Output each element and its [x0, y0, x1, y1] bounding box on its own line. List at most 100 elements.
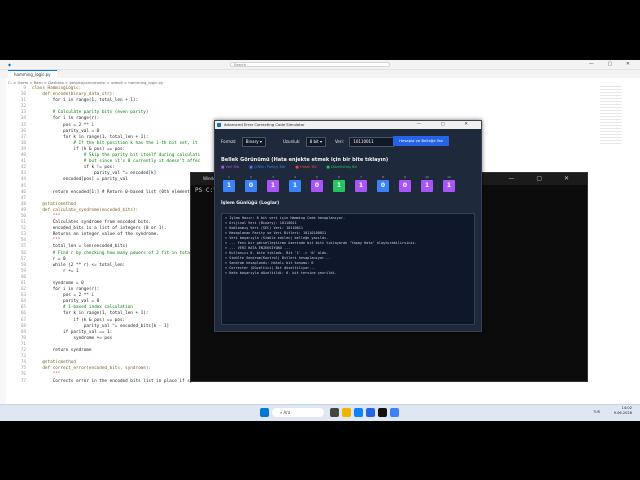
legend-item: ■ Düzeltilmiş Bit	[326, 165, 357, 169]
ecc-simulator-window: Advanced Error Correcting Code Simulator…	[214, 120, 482, 332]
bit-value[interactable]: 0	[245, 180, 257, 192]
compute-write-button[interactable]: Hesapla ve Belleğe Yaz	[393, 136, 449, 146]
code-text: syndrome += pos	[32, 335, 113, 341]
memory-bit-cell[interactable]: 80	[377, 175, 389, 192]
log-title: İşlem Günlüğü (Loglar)	[221, 201, 280, 206]
windows-taskbar: ⌕ Ara TUR 14:02 9.06.2026	[0, 404, 640, 421]
code-text: """	[32, 372, 61, 378]
code-text: # If the bit position k has the i-th bit…	[32, 140, 198, 146]
code-text: parity_val = 0	[32, 299, 100, 305]
memory-bit-cell[interactable]: 61	[333, 175, 345, 192]
memory-bit-cell[interactable]: 41	[289, 175, 301, 192]
code-text: Calculates syndrome from encoded bits.	[32, 220, 151, 226]
memory-view-title: Bellek Görünümü (Hata enjekte etmek için…	[221, 157, 389, 163]
window-controls[interactable]: — ▢ ✕	[589, 61, 636, 67]
log-line: > Hata başarıyla düzeltildi: 6. bit ters…	[225, 271, 337, 275]
log-panel[interactable]: > İşlem Hazır: 8 bit veri için Hamming C…	[221, 213, 475, 325]
code-text: parity_val = 0	[32, 128, 100, 134]
vscode-titlebar: ◆ Search — ▢ ✕	[0, 60, 640, 70]
code-text: def encode(binary_data_str):	[32, 92, 115, 98]
legend-item: ■ Çiftlik (Parity) Biti	[249, 165, 286, 169]
code-text: for k in range(1, total_len + 1):	[32, 134, 149, 140]
file-explorer-icon[interactable]	[342, 408, 351, 417]
code-text: pos = 2 ** i	[32, 293, 95, 299]
code-text: encoded_bits is a list of integers (0 or…	[32, 226, 167, 232]
menu-bar: ◆	[8, 62, 15, 67]
code-text: for k in range(1, total_len + 1):	[32, 311, 149, 317]
code-text: syndrome = 0	[32, 281, 84, 286]
editor-tabbar: hamming_logic.py	[0, 70, 640, 79]
code-text: # Skip the parity bit itself during calc…	[32, 153, 201, 159]
bit-value[interactable]: 0	[399, 180, 411, 192]
code-text: for i in range(r):	[32, 287, 100, 293]
memory-bit-cell[interactable]: 11 1	[443, 175, 455, 192]
code-text: parity_val ^= encoded[k]	[32, 171, 157, 177]
legend-item: ■ Veri Biti	[221, 165, 240, 169]
breadcrumb[interactable]: C: > Users > Bern > Desktop > belgisayar…	[8, 80, 163, 85]
code-text: if (k & pos) == pos:	[32, 146, 126, 152]
memory-bit-cell[interactable]: 90	[399, 175, 411, 192]
bit-value[interactable]: 1	[267, 180, 279, 192]
vscode-taskbar-icon[interactable]	[366, 408, 375, 417]
code-text: """	[32, 213, 61, 219]
command-search-input[interactable]: Search	[230, 62, 390, 67]
memory-bit-cell[interactable]: 71	[355, 175, 367, 192]
tab-hamming-logic[interactable]: hamming_logic.py	[8, 70, 57, 79]
length-label: Uzunluk:	[283, 139, 301, 144]
tray-language[interactable]: TUR	[593, 410, 600, 414]
bit-value[interactable]: 1	[333, 180, 345, 192]
terminal-window-controls[interactable]: — ▢ ✕	[508, 173, 579, 185]
edge-icon[interactable]	[354, 408, 363, 417]
code-text: for i in range(r):	[32, 116, 100, 122]
bit-value[interactable]: 1	[421, 180, 433, 192]
python-app-taskbar-icon[interactable]	[390, 408, 399, 417]
code-text: """	[32, 238, 61, 244]
memory-bit-cell[interactable]: 10 1	[421, 175, 433, 192]
code-text: # but since it's 0 currently it doesn't …	[32, 159, 201, 165]
code-text: class HammingLogic:	[32, 86, 82, 91]
bit-legend: ■ Veri Biti ■ Çiftlik (Parity) Biti ■ Hata…	[221, 165, 367, 169]
app-icon	[217, 123, 221, 127]
code-text: encoded[pos] = parity_val	[32, 177, 128, 183]
format-label: Format:	[221, 139, 237, 144]
code-text: if k != pos:	[32, 165, 115, 171]
code-text: total_len = len(encoded_bits)	[32, 244, 128, 250]
code-text: pos = 2 ** i	[32, 122, 95, 128]
code-text: def correct_error(encoded_bits, syndrome…	[32, 366, 151, 372]
memory-bit-cell[interactable]: 31	[267, 175, 279, 192]
app-window-controls[interactable]: — ▢ ✕	[417, 121, 477, 129]
code-text: if parity_val == 1:	[32, 329, 113, 335]
code-text: # 1-based index calculation	[32, 305, 133, 311]
memory-bit-cell[interactable]: 11	[223, 175, 235, 192]
memory-bit-cell[interactable]: 20	[245, 175, 257, 192]
app-titlebar: Advanced Error Correcting Code Simulator…	[215, 121, 481, 129]
bit-value[interactable]: 0	[311, 180, 323, 192]
bit-value[interactable]: 1	[355, 180, 367, 192]
chevron-down-icon: ▾	[320, 139, 323, 144]
format-select[interactable]: Binary ▾	[241, 137, 266, 147]
code-text: return encoded[1:] # Return 0-based list…	[32, 189, 201, 195]
task-view-icon[interactable]	[330, 408, 339, 417]
code-text: @staticmethod	[32, 201, 76, 207]
code-text: for i in range(1, total_len + 1):	[32, 98, 139, 104]
bit-value[interactable]: 1	[289, 180, 301, 192]
length-select[interactable]: 8 bit ▾	[305, 137, 327, 147]
memory-bit-cell[interactable]: 50	[311, 175, 323, 192]
taskbar-search[interactable]: ⌕ Ara	[272, 408, 324, 417]
vscode-logo-icon: ◆	[8, 62, 12, 67]
bit-value[interactable]: 1	[223, 180, 235, 192]
app-title: Advanced Error Correcting Code Simulator	[224, 122, 305, 127]
code-text: while (2 ** r) <= total_len:	[32, 262, 126, 268]
code-text: parity_val ^= encoded_bits[k - 1]	[32, 323, 170, 329]
start-button-icon[interactable]	[260, 408, 269, 417]
clock[interactable]: 14:02 9.06.2026	[614, 406, 632, 416]
minimap[interactable]	[600, 86, 622, 146]
bit-value[interactable]: 1	[443, 180, 455, 192]
bit-value[interactable]: 0	[377, 180, 389, 192]
code-text: return syndrome	[32, 348, 92, 354]
code-text: # Find r by checking how many powers of …	[32, 250, 201, 256]
code-text: if (k & pos) == pos:	[32, 317, 126, 323]
terminal-taskbar-icon[interactable]	[378, 408, 387, 417]
data-input[interactable]: 10110011	[349, 137, 396, 147]
legend-item: ■ Hatalı Bit	[295, 165, 317, 169]
